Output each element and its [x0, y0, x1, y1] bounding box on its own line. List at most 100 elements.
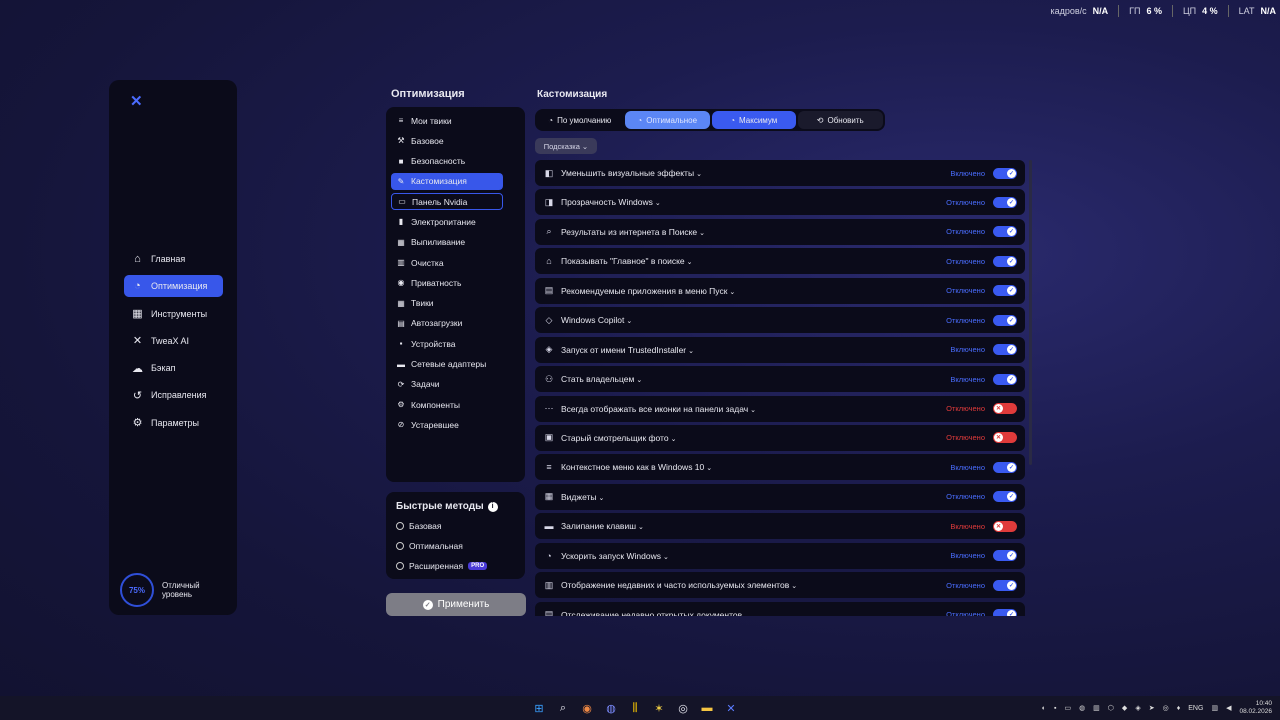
- category-tasks[interactable]: ⟳ Задачи: [391, 376, 503, 393]
- tweak-toggle[interactable]: ✓: [993, 167, 1017, 179]
- tweak-toggle[interactable]: ✓: [993, 373, 1017, 385]
- chevron-down-icon[interactable]: ⌄: [599, 495, 605, 502]
- tweak-toggle[interactable]: ✕: [993, 403, 1017, 414]
- chevron-down-icon[interactable]: ⌄: [706, 465, 712, 472]
- category-my-tweaks[interactable]: ≡ Мои твики: [391, 112, 503, 129]
- tweak-toggle[interactable]: ✓: [993, 255, 1017, 267]
- category-security[interactable]: ■ Безопасность: [391, 153, 503, 170]
- hint-dropdown[interactable]: Подсказка ⌄: [535, 138, 597, 154]
- tweak-row[interactable]: ⌂ Показывать "Главное" в поиске ⌄ Отключено…: [535, 248, 1025, 275]
- category-debloat[interactable]: ▦ Выпиливание: [391, 234, 503, 251]
- category-devices[interactable]: ▪ Устройства: [391, 335, 503, 352]
- windows-start-icon[interactable]: ⊞: [531, 700, 547, 716]
- sidebar-item-backup[interactable]: ☁ Бэкап: [124, 357, 223, 379]
- clock[interactable]: 10:40 08.02.2026: [1239, 700, 1272, 716]
- sidebar-item-optimization[interactable]: ◔ Оптимизация: [124, 275, 223, 298]
- tray-icon[interactable]: ◆: [1122, 704, 1127, 712]
- tweak-toggle[interactable]: ✓: [993, 226, 1017, 238]
- chevron-down-icon[interactable]: ⌄: [671, 436, 677, 443]
- chevron-down-icon[interactable]: ⌄: [729, 289, 735, 296]
- category-basic[interactable]: ⚒ Базовое: [391, 132, 503, 149]
- quick-method-basic[interactable]: Базовая: [396, 516, 515, 536]
- tweak-toggle[interactable]: ✕: [993, 520, 1017, 532]
- quick-method-optimal[interactable]: Оптимальная: [396, 536, 515, 556]
- lock-icon[interactable]: ▪: [1054, 705, 1056, 712]
- chevron-down-icon[interactable]: ⌄: [626, 318, 632, 325]
- tweak-row[interactable]: ▬ Залипание клавиш ⌄ Включено ✕: [535, 513, 1025, 540]
- preset-max-button[interactable]: ◔ Максимум: [712, 111, 796, 129]
- chrome-icon[interactable]: ◉: [579, 700, 595, 716]
- sidebar-item-tweax-ai[interactable]: ✕ TweaX AI: [124, 330, 223, 352]
- chevron-down-icon[interactable]: ⌄: [791, 583, 797, 590]
- category-startup[interactable]: ▤ Автозагрузки: [391, 315, 503, 332]
- tweax-icon[interactable]: ✕: [723, 700, 739, 716]
- apply-button[interactable]: ✓ Применить: [386, 593, 526, 616]
- category-network-adapters[interactable]: ▬ Сетевые адаптеры: [391, 356, 503, 373]
- category-customization[interactable]: ✎ Кастомизация: [391, 172, 503, 190]
- discord-icon[interactable]: ◍: [603, 700, 619, 716]
- tweak-row[interactable]: ▣ Старый смотрельщик фото ⌄ Отключено ✕: [535, 424, 1025, 451]
- app-icon[interactable]: ⫼: [627, 700, 643, 716]
- tweak-row[interactable]: ◨ Прозрачность Windows ⌄ Отключено ✓: [535, 189, 1025, 216]
- app-logo-icon[interactable]: ✕: [130, 92, 143, 110]
- chevron-down-icon[interactable]: ⌄: [750, 407, 756, 414]
- tweak-row[interactable]: ▤ Отслеживание недавно открытых документо…: [535, 601, 1025, 616]
- tweak-toggle[interactable]: ✓: [993, 314, 1017, 326]
- tray-icon[interactable]: ⬡: [1108, 704, 1114, 712]
- sidebar-item-tools[interactable]: ▦ Инструменты: [124, 303, 223, 325]
- tray-icon[interactable]: ▥: [1093, 704, 1100, 712]
- category-privacy[interactable]: ◉ Приватность: [391, 274, 503, 291]
- category-components[interactable]: ⚙ Компоненты: [391, 396, 503, 413]
- tweak-toggle[interactable]: ✕: [993, 432, 1017, 444]
- tweak-toggle[interactable]: ✓: [993, 550, 1017, 562]
- chevron-down-icon[interactable]: ⌄: [696, 171, 702, 178]
- chevron-down-icon[interactable]: ⌄: [687, 259, 693, 266]
- tweak-row[interactable]: ▤ Рекомендуемые приложения в меню Пуск ⌄ От…: [535, 277, 1025, 304]
- tweak-toggle[interactable]: ✓: [993, 461, 1017, 473]
- tweak-row[interactable]: ◧ Уменьшить визуальные эффекты ⌄ Включено ✓: [535, 160, 1025, 186]
- info-icon[interactable]: i: [487, 501, 498, 512]
- chevron-down-icon[interactable]: ⌄: [699, 230, 705, 237]
- tweak-row[interactable]: ◔ Ускорить запуск Windows ⌄ Включено ✓: [535, 542, 1025, 569]
- mic-icon[interactable]: ♦: [1177, 705, 1181, 712]
- tray-icon[interactable]: ◐: [1042, 705, 1046, 712]
- chevron-down-icon[interactable]: ⌄: [744, 613, 750, 616]
- tweak-row[interactable]: ⌕ Результаты из интернета в Поиске ⌄ Отключ…: [535, 218, 1025, 245]
- tray-icon[interactable]: ▭: [1064, 704, 1071, 712]
- chevron-down-icon[interactable]: ⌄: [655, 200, 661, 207]
- tweak-toggle[interactable]: ✓: [993, 609, 1017, 616]
- category-power[interactable]: ▮ Электропитание: [391, 213, 503, 230]
- tweak-row[interactable]: ≡ Контекстное меню как в Windows 10 ⌄ Включ…: [535, 454, 1025, 481]
- steam-icon[interactable]: ◎: [1163, 704, 1169, 712]
- category-nvidia-panel[interactable]: ▭ Панель Nvidia: [391, 193, 503, 211]
- search-icon[interactable]: ⌕: [555, 700, 571, 716]
- chevron-down-icon[interactable]: ⌄: [636, 377, 642, 384]
- app-icon[interactable]: ✶: [651, 700, 667, 716]
- preset-default-button[interactable]: ◔ По умолчанию: [537, 111, 623, 129]
- tweak-toggle[interactable]: ✓: [993, 344, 1017, 356]
- app-icon[interactable]: ◎: [675, 700, 691, 716]
- chevron-down-icon[interactable]: ⌄: [638, 524, 644, 531]
- lang-indicator[interactable]: ENG: [1188, 705, 1203, 712]
- refresh-button[interactable]: ⟲ Обновить: [797, 111, 884, 129]
- sidebar-item-home[interactable]: ⌂ Главная: [124, 248, 223, 270]
- tweak-row[interactable]: ▦ Виджеты ⌄ Отключено ✓: [535, 483, 1025, 510]
- tray-icon[interactable]: ◍: [1079, 704, 1085, 712]
- category-tweaks[interactable]: ▦ Твики: [391, 295, 503, 312]
- tray-icon[interactable]: ◈: [1135, 704, 1140, 712]
- tweak-toggle[interactable]: ✓: [993, 579, 1017, 591]
- tweak-row[interactable]: ⚇ Стать владельцем ⌄ Включено ✓: [535, 366, 1025, 393]
- category-cleanup[interactable]: ▥ Очистка: [391, 254, 503, 271]
- telegram-icon[interactable]: ➤: [1149, 704, 1155, 712]
- quick-method-extended[interactable]: Расширенная PRO: [396, 556, 515, 576]
- volume-icon[interactable]: ◀: [1226, 704, 1231, 712]
- sidebar-item-fixes[interactable]: ↺ Исправления: [124, 384, 223, 406]
- tweak-toggle[interactable]: ✓: [993, 196, 1017, 208]
- tweak-toggle[interactable]: ✓: [993, 285, 1017, 297]
- chevron-down-icon[interactable]: ⌄: [663, 554, 669, 561]
- tweak-row[interactable]: ⋯ Всегда отображать все иконки на панели …: [535, 395, 1025, 422]
- preset-optimal-button[interactable]: ◔ Оптимальное: [624, 111, 710, 129]
- tweak-row[interactable]: ◈ Запуск от имени TrustedInstaller ⌄ Включе…: [535, 336, 1025, 363]
- scrollbar[interactable]: [1029, 160, 1032, 465]
- sidebar-item-settings[interactable]: ⚙ Параметры: [124, 412, 223, 434]
